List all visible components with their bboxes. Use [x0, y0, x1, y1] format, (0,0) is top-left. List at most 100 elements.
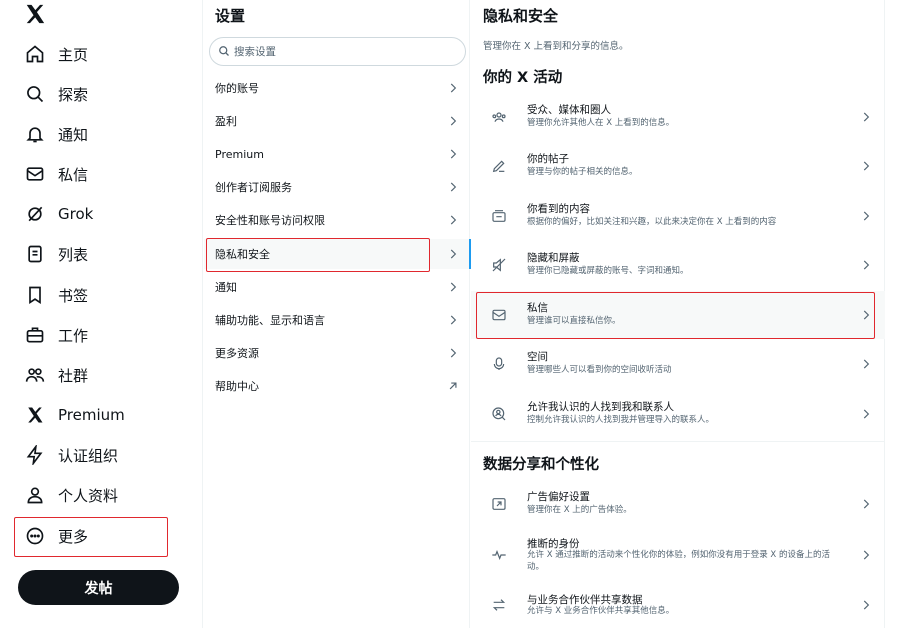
settings-item-account[interactable]: 你的账号: [204, 73, 470, 103]
pencil-icon: [492, 160, 505, 173]
swap-icon: [492, 599, 506, 611]
section-divider: [471, 441, 885, 442]
nav-item-bookmarks[interactable]: 书签: [20, 279, 190, 311]
nav-label: 工作: [58, 326, 89, 345]
chevron-right-icon: [863, 550, 870, 560]
nav-label: 个人资料: [58, 486, 119, 505]
option-desc-line2: 动。: [527, 562, 545, 572]
chevron-right-icon: [863, 211, 870, 221]
left-navigation: 主页 探索 通知 私信 Grok 列表 书签 工作 社群 Premium 认证组…: [0, 0, 202, 628]
nav-label: Premium: [58, 406, 125, 424]
option-title: 允许我认识的人找到我和联系人: [527, 401, 674, 413]
nav-label: 列表: [58, 245, 89, 264]
option-desc: 管理你已隐藏或屏蔽的账号、字词和通知。: [527, 266, 689, 276]
nav-item-communities[interactable]: 社群: [20, 359, 190, 391]
chevron-right-icon: [450, 149, 457, 159]
search-input[interactable]: [234, 45, 434, 58]
section-title-data-sharing: 数据分享和个性化: [483, 457, 599, 473]
settings-item-notifications[interactable]: 通知: [204, 272, 470, 302]
nav-item-jobs[interactable]: 工作: [20, 319, 190, 351]
option-ad-preferences[interactable]: 广告偏好设置 管理你在 X 上的广告体验。: [471, 480, 885, 528]
nav-label: 私信: [58, 165, 89, 184]
settings-item-security[interactable]: 安全性和账号访问权限: [204, 205, 470, 235]
nav-item-verified-orgs[interactable]: 认证组织: [20, 439, 190, 471]
nav-label: 书签: [58, 286, 89, 305]
home-icon: [24, 43, 46, 65]
mic-icon: [493, 357, 505, 370]
search-icon: [24, 83, 46, 105]
settings-item-premium[interactable]: Premium: [204, 139, 470, 169]
option-title: 你的帖子: [527, 153, 569, 165]
settings-item-help-center[interactable]: 帮助中心: [204, 371, 470, 401]
privacy-title: 隐私和安全: [483, 7, 559, 25]
settings-column: 设置 你的账号 盈利 Premium 创作者订阅服务 安全性和账号访问权限 隐私…: [202, 0, 471, 628]
settings-item-accessibility[interactable]: 辅助功能、显示和语言: [204, 305, 470, 335]
option-business-partners[interactable]: 与业务合作伙伴共享数据 允许与 X 业务合作伙伴共享其他信息。: [471, 582, 885, 628]
option-title: 你看到的内容: [527, 203, 590, 215]
option-discoverability[interactable]: 允许我认识的人找到我和联系人 控制允许我认识的人找到我并管理导入的联系人。: [471, 390, 885, 438]
chevron-right-icon: [863, 409, 870, 419]
chevron-right-icon: [450, 282, 457, 292]
section-title-activity: 你的 X 活动: [483, 70, 563, 86]
settings-item-label: 帮助中心: [215, 380, 259, 393]
chevron-right-icon: [450, 348, 457, 358]
option-inferred-identity[interactable]: 推断的身份 允许 X 通过推断的活动来个性化你的体验，例如你没有用于登录 X 的…: [471, 528, 885, 582]
chevron-right-icon: [863, 359, 870, 369]
option-desc: 管理哪些人可以看到你的空间收听活动: [527, 365, 672, 375]
settings-item-label: 盈利: [215, 115, 237, 128]
nav-item-lists[interactable]: 列表: [20, 238, 190, 270]
privacy-subtitle: 管理你在 X 上看到和分享的信息。: [483, 41, 629, 52]
option-audience-media-tagging[interactable]: 受众、媒体和圈人 管理你允许其他人在 X 上看到的信息。: [471, 93, 885, 141]
settings-item-label: 更多资源: [215, 347, 259, 360]
chevron-right-icon: [450, 249, 457, 259]
nav-item-home[interactable]: 主页: [20, 38, 190, 70]
settings-item-monetization[interactable]: 盈利: [204, 106, 470, 136]
settings-item-label: 安全性和账号访问权限: [215, 214, 325, 227]
privacy-column: 隐私和安全 管理你在 X 上看到和分享的信息。 你的 X 活动 受众、媒体和圈人…: [471, 0, 885, 628]
content-icon: [492, 210, 506, 222]
settings-item-creator-subscriptions[interactable]: 创作者订阅服务: [204, 172, 470, 202]
grok-icon: [24, 203, 46, 225]
chevron-right-icon: [863, 161, 870, 171]
x-logo-icon[interactable]: [24, 3, 48, 27]
option-desc: 管理你在 X 上的广告体验。: [527, 505, 632, 515]
search-icon: [218, 42, 230, 61]
chevron-right-icon: [450, 83, 457, 93]
pulse-icon: [492, 550, 506, 560]
nav-item-notifications[interactable]: 通知: [20, 118, 190, 150]
bell-icon: [24, 123, 46, 145]
settings-search[interactable]: [209, 37, 466, 66]
discover-icon: [492, 407, 506, 421]
option-title: 广告偏好设置: [527, 491, 590, 503]
communities-icon: [24, 364, 46, 386]
nav-item-explore[interactable]: 探索: [20, 78, 190, 110]
ad-icon: [492, 498, 506, 510]
lightning-icon: [24, 444, 46, 466]
nav-item-messages[interactable]: 私信: [20, 158, 190, 190]
option-your-posts[interactable]: 你的帖子 管理与你的帖子相关的信息。: [471, 142, 885, 190]
nav-label: 主页: [58, 45, 89, 64]
chevron-right-icon: [450, 315, 457, 325]
external-link-arrow-icon: [449, 382, 457, 390]
chevron-right-icon: [450, 116, 457, 126]
post-button[interactable]: 发帖: [18, 570, 179, 605]
nav-label: 认证组织: [58, 446, 119, 465]
option-desc: 根据你的偏好，比如关注和兴趣，以此来决定你在 X 上看到的内容: [527, 217, 777, 227]
option-content-you-see[interactable]: 你看到的内容 根据你的偏好，比如关注和兴趣，以此来决定你在 X 上看到的内容: [471, 192, 885, 240]
option-desc: 允许与 X 业务合作伙伴共享其他信息。: [527, 606, 675, 616]
option-mute-block[interactable]: 隐藏和屏蔽 管理你已隐藏或屏蔽的账号、字词和通知。: [471, 241, 885, 289]
settings-item-label: 创作者订阅服务: [215, 181, 292, 194]
person-icon: [24, 484, 46, 506]
nav-item-premium[interactable]: Premium: [20, 399, 190, 431]
nav-item-grok[interactable]: Grok: [20, 198, 190, 230]
settings-item-resources[interactable]: 更多资源: [204, 338, 470, 368]
option-spaces[interactable]: 空间 管理哪些人可以看到你的空间收听活动: [471, 340, 885, 388]
settings-item-label: 辅助功能、显示和语言: [215, 314, 325, 327]
nav-label: 社群: [58, 366, 89, 385]
briefcase-icon: [24, 324, 46, 346]
nav-item-profile[interactable]: 个人资料: [20, 479, 190, 511]
highlight-box-dm: [476, 292, 875, 339]
option-title: 受众、媒体和圈人: [527, 104, 611, 116]
option-desc: 管理你允许其他人在 X 上看到的信息。: [527, 118, 675, 128]
highlight-box-privacy: [206, 238, 430, 272]
